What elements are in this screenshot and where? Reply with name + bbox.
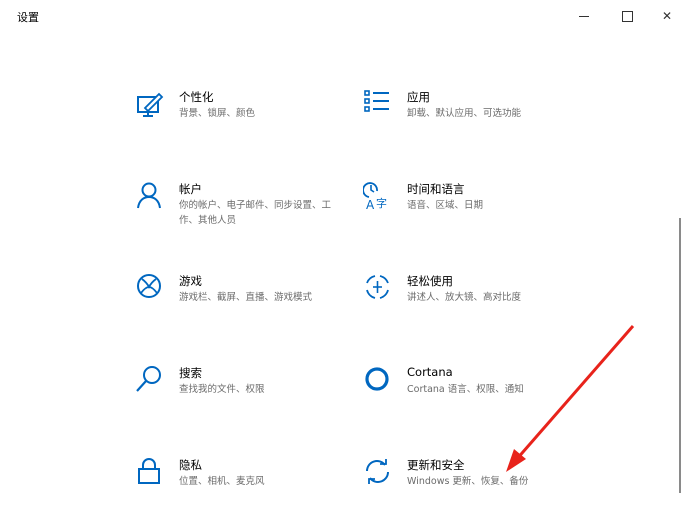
tile-apps[interactable]: 应用 卸载、默认应用、可选功能 — [363, 89, 573, 149]
svg-text:字: 字 — [376, 196, 387, 210]
tile-desc: Cortana 语言、权限、通知 — [407, 384, 524, 395]
tile-name: 更新和安全 — [407, 458, 465, 472]
tile-update-security[interactable]: 更新和安全 Windows 更新、恢复、备份 — [363, 457, 573, 517]
tile-desc: 位置、相机、麦克风 — [179, 476, 265, 487]
tile-name: 游戏 — [179, 274, 202, 288]
tile-desc: Windows 更新、恢复、备份 — [407, 476, 529, 487]
maximize-button[interactable] — [605, 0, 649, 32]
title-bar: 设置 ✕ — [0, 0, 683, 32]
update-security-icon — [366, 459, 389, 484]
time-language-icon: A 字 — [363, 182, 387, 211]
vertical-scrollbar[interactable] — [679, 218, 681, 493]
minimize-button[interactable] — [562, 0, 606, 32]
tile-time-language[interactable]: A 字 时间和语言 语音、区域、日期 — [363, 181, 573, 241]
tile-desc: 背景、锁屏、颜色 — [179, 108, 256, 119]
close-icon: ✕ — [661, 9, 673, 23]
accounts-icon — [137, 182, 161, 209]
apps-icon — [364, 90, 389, 112]
tile-accounts[interactable]: 帐户 你的帐户、电子邮件、同步设置、工作、其他人员 — [135, 181, 345, 241]
tile-desc: 讲述人、放大镜、高对比度 — [407, 292, 522, 303]
tile-privacy[interactable]: 隐私 位置、相机、麦克风 — [135, 457, 345, 517]
tile-desc: 游戏栏、截屏、直播、游戏模式 — [179, 292, 313, 303]
tile-ease-of-access[interactable]: 轻松使用 讲述人、放大镜、高对比度 — [363, 273, 573, 333]
tile-desc: 查找我的文件、权限 — [179, 384, 265, 395]
ease-of-access-icon — [366, 275, 389, 299]
tile-name: 搜索 — [179, 366, 202, 380]
close-button[interactable]: ✕ — [645, 0, 683, 32]
window-title: 设置 — [17, 11, 39, 24]
tile-name: Cortana — [407, 365, 453, 379]
personalization-icon — [137, 92, 164, 117]
tile-desc: 语音、区域、日期 — [407, 200, 484, 211]
minimize-icon — [579, 15, 589, 17]
tile-search[interactable]: 搜索 查找我的文件、权限 — [135, 365, 345, 425]
maximize-icon — [621, 10, 633, 22]
tile-name: 应用 — [407, 90, 430, 104]
gaming-icon — [137, 274, 161, 298]
search-icon — [136, 366, 161, 392]
cortana-icon — [365, 367, 389, 391]
tile-cortana[interactable]: Cortana Cortana 语言、权限、通知 — [363, 365, 573, 425]
tile-name: 轻松使用 — [407, 274, 453, 288]
svg-text:A: A — [366, 198, 375, 211]
tile-name: 隐私 — [179, 458, 202, 472]
tile-name: 时间和语言 — [407, 182, 465, 196]
tile-name: 帐户 — [179, 182, 202, 196]
tile-name: 个性化 — [179, 90, 214, 104]
tile-gaming[interactable]: 游戏 游戏栏、截屏、直播、游戏模式 — [135, 273, 345, 333]
tile-desc: 你的帐户、电子邮件、同步设置、工作、其他人员 — [179, 200, 332, 226]
tile-desc: 卸载、默认应用、可选功能 — [407, 108, 522, 119]
tile-personalization[interactable]: 个性化 背景、锁屏、颜色 — [135, 89, 345, 149]
lock-icon — [138, 458, 160, 484]
